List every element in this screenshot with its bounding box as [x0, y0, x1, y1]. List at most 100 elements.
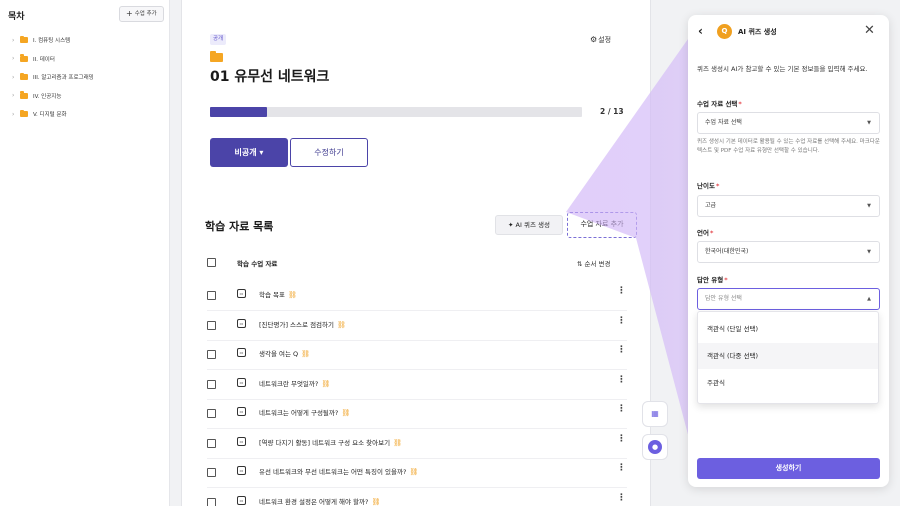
list-item[interactable]: ▭ [진단평가] 스스로 점검하기 ⛓ ⋮ [207, 311, 627, 341]
progress-text: 2 / 13 [600, 107, 624, 116]
document-icon: ▭ [237, 436, 246, 446]
plus-icon: + [126, 9, 133, 18]
ai-quiz-label: AI 퀴즈 생성 [515, 221, 550, 229]
row-checkbox[interactable] [207, 291, 216, 300]
row-text: 네트워크 환경 설정은 어떻게 해야 할까? [259, 498, 369, 506]
private-dropdown-button[interactable]: 비공개 ▾ [210, 138, 288, 167]
apps-button[interactable]: ▦ [642, 401, 668, 427]
document-icon: ▭ [237, 318, 246, 328]
section-title: 학습 자료 목록 [205, 220, 274, 233]
more-options-icon[interactable]: ⋮ [617, 463, 626, 473]
list-item[interactable]: ▭ 유선 네트워크와 무선 네트워크는 어떤 특징이 있을까? ⛓ ⋮ [207, 458, 627, 488]
more-options-icon[interactable]: ⋮ [617, 375, 626, 385]
more-options-icon[interactable]: ⋮ [617, 316, 626, 326]
sidebar-list: › I. 컴퓨팅 시스템 › II. 데이터 › III. 알고리즘과 프로그래밍 ›… [12, 31, 94, 124]
sidebar-item-5[interactable]: › V. 디지털 문화 [12, 105, 94, 124]
answer-type-select[interactable]: 답안 유형 선택 ▲ [697, 288, 880, 310]
sort-button[interactable]: ⇅ 순서 변경 [577, 258, 611, 268]
document-icon: ▭ [237, 406, 246, 416]
document-icon: ▭ [237, 465, 246, 475]
required-mark: * [709, 229, 714, 237]
caret-down-icon: ▼ [867, 249, 871, 255]
material-select[interactable]: 수업 자료 선택 ▼ [697, 112, 880, 134]
document-icon: ▭ [237, 288, 246, 298]
list-item[interactable]: ▭ 생각을 여는 Q ⛓ ⋮ [207, 340, 627, 370]
difficulty-label: 난이도* [697, 180, 719, 190]
row-checkbox[interactable] [207, 350, 216, 359]
list-header-label: 학습 수업 자료 [237, 260, 278, 268]
back-icon[interactable]: ‹ [698, 24, 703, 38]
required-mark: * [724, 276, 728, 284]
close-icon[interactable]: ✕ [864, 23, 875, 38]
generate-button[interactable]: 생성하기 [697, 458, 880, 479]
list-item[interactable]: ▭ 네트워크 환경 설정은 어떻게 해야 할까? ⛓ ⋮ [207, 488, 627, 506]
document-icon: ▭ [237, 347, 246, 357]
link-icon: ⛓ [409, 468, 419, 476]
chat-button[interactable]: ● [642, 434, 668, 460]
row-checkbox[interactable] [207, 409, 216, 418]
link-icon: ⛓ [371, 498, 381, 506]
more-options-icon[interactable]: ⋮ [617, 493, 626, 503]
row-text: 네트워크는 어떻게 구성될까? [259, 409, 339, 417]
row-checkbox[interactable] [207, 321, 216, 330]
settings-button[interactable]: ⚙설정 [590, 35, 611, 45]
edit-button[interactable]: 수정하기 [290, 138, 368, 167]
difficulty-select[interactable]: 고급 ▼ [697, 195, 880, 217]
add-lesson-button[interactable]: + 수업 추가 [119, 6, 164, 22]
more-options-icon[interactable]: ⋮ [617, 345, 626, 355]
sort-icon: ⇅ [577, 260, 585, 268]
more-options-icon[interactable]: ⋮ [617, 286, 626, 296]
panel-title: AI 퀴즈 생성 [738, 28, 777, 36]
material-label-text: 수업 자료 선택 [697, 100, 738, 108]
chevron-right-icon: › [12, 92, 15, 100]
main-content: 공개 ⚙설정 01 유무선 네트워크 2 / 13 비공개 ▾ 수정하기 학습 … [181, 0, 651, 506]
required-mark: * [738, 100, 742, 108]
row-checkbox[interactable] [207, 439, 216, 448]
list-item[interactable]: ▭ 네트워크는 어떻게 구성될까? ⛓ ⋮ [207, 399, 627, 429]
option-subjective[interactable]: 주관식 [698, 370, 878, 396]
option-single-choice[interactable]: 객관식 (단일 선택) [698, 316, 878, 342]
answer-type-label: 답안 유형* [697, 274, 728, 284]
document-icon: ▭ [237, 377, 246, 387]
row-checkbox[interactable] [207, 498, 216, 506]
required-mark: * [715, 182, 720, 190]
ai-quiz-panel: ‹ Q AI 퀴즈 생성 ✕ 퀴즈 생성시 AI가 참고할 수 있는 기본 정보… [688, 15, 889, 487]
sidebar-item-label: IV. 인공지능 [33, 93, 62, 100]
caret-down-icon: ▼ [867, 203, 871, 209]
ai-quiz-button[interactable]: ✦ AI 퀴즈 생성 [495, 215, 563, 235]
select-all-checkbox[interactable] [207, 258, 216, 267]
link-icon: ⛓ [288, 291, 297, 299]
list-item[interactable]: ▭ 네트워크란 무엇일까? ⛓ ⋮ [207, 370, 627, 400]
sidebar-item-1[interactable]: › I. 컴퓨팅 시스템 [12, 31, 94, 50]
progress-bar [210, 107, 582, 117]
sidebar-item-4[interactable]: › IV. 인공지능 [12, 87, 94, 106]
chevron-right-icon: › [12, 36, 15, 44]
language-select[interactable]: 한국어(대한민국) ▼ [697, 241, 880, 263]
row-checkbox[interactable] [207, 468, 216, 477]
page-title: 01 유무선 네트워크 [210, 69, 330, 85]
option-multiple-choice[interactable]: 객관식 (다중 선택) [698, 343, 878, 369]
progress-fill [210, 107, 268, 117]
more-options-icon[interactable]: ⋮ [617, 404, 626, 414]
list-item[interactable]: ▭ 학습 목표 ⛓ ⋮ [207, 281, 627, 311]
link-icon: ⛓ [336, 321, 346, 329]
link-icon: ⛓ [301, 350, 311, 358]
difficulty-label-text: 난이도 [697, 182, 715, 190]
chat-icon: ● [648, 440, 662, 454]
add-material-button[interactable]: 수업 자료 추가 [567, 212, 637, 238]
material-help-text: 퀴즈 생성시 기본 데이터로 활용될 수 있는 수업 자료를 선택해 주세요. … [697, 139, 880, 154]
panel-description: 퀴즈 생성시 AI가 참고할 수 있는 기본 정보들을 입력해 주세요. [697, 65, 868, 73]
row-text: [역량 다지기 활동] 네트워크 구성 요소 찾아보기 [259, 439, 391, 447]
more-options-icon[interactable]: ⋮ [617, 434, 626, 444]
row-text: 학습 목표 [259, 291, 285, 299]
list-item[interactable]: ▭ [역량 다지기 활동] 네트워크 구성 요소 찾아보기 ⛓ ⋮ [207, 429, 627, 459]
sidebar-item-2[interactable]: › II. 데이터 [12, 50, 94, 69]
row-checkbox[interactable] [207, 380, 216, 389]
language-label-text: 언어 [697, 229, 709, 237]
row-text: [진단평가] 스스로 점검하기 [259, 321, 334, 329]
folder-icon [20, 72, 28, 81]
row-text: 유선 네트워크와 무선 네트워크는 어떤 특징이 있을까? [259, 468, 407, 476]
sidebar-item-3[interactable]: › III. 알고리즘과 프로그래밍 [12, 68, 94, 87]
link-icon: ⛓ [321, 380, 331, 388]
material-select-value: 수업 자료 선택 [705, 119, 742, 126]
